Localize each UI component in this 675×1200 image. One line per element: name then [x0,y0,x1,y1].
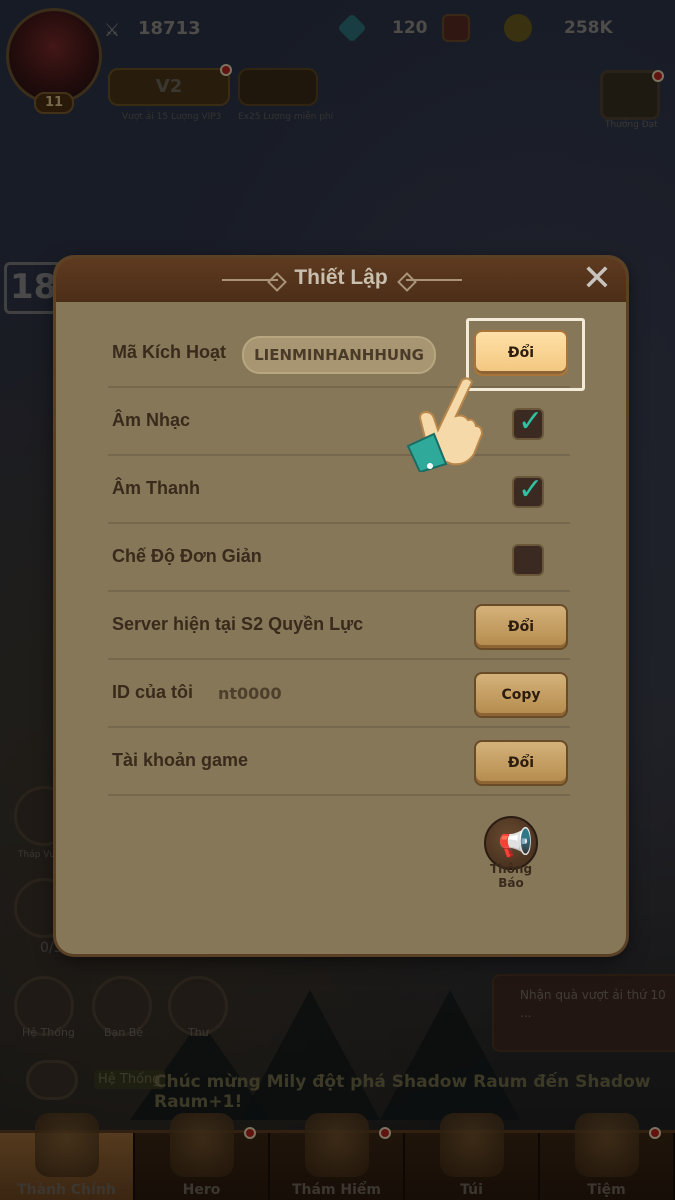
my-id-label: ID của tôi [112,682,194,702]
activation-code-input[interactable]: LIENMINHANHHUNG [242,336,436,374]
close-icon[interactable]: ✕ [580,261,614,297]
row-music: Âm Nhạc [108,388,570,456]
megaphone-icon: 📢 [498,826,533,859]
dialog-header: Thiết Lập ✕ [56,258,626,302]
activation-code-label: Mã Kích Hoạt [112,342,227,362]
dialog-title: Thiết Lập [294,266,388,289]
simple-mode-checkbox[interactable] [512,544,544,576]
music-checkbox[interactable]: ✓ [512,404,544,440]
server-label: Server hiện tại S2 Quyền Lực [112,614,364,634]
my-id-value: nt0000 [218,684,282,703]
announcement-label: Thông Báo [489,862,533,890]
copy-id-button[interactable]: Copy [474,672,568,718]
check-icon: ✓ [518,404,544,439]
sound-checkbox[interactable]: ✓ [512,472,544,508]
pointing-hand-icon [406,377,484,472]
header-ornament-right [406,279,462,281]
row-sound: Âm Thanh [108,456,570,524]
music-label: Âm Nhạc [112,410,191,430]
game-account-label: Tài khoản game [112,750,249,770]
simple-mode-label: Chế Độ Đơn Giản [112,546,262,566]
change-server-button[interactable]: Đổi [474,604,568,650]
row-simple-mode: Chế Độ Đơn Giản [108,524,570,592]
check-icon: ✓ [518,472,544,507]
change-account-button[interactable]: Đổi [474,740,568,786]
sound-label: Âm Thanh [112,478,200,498]
